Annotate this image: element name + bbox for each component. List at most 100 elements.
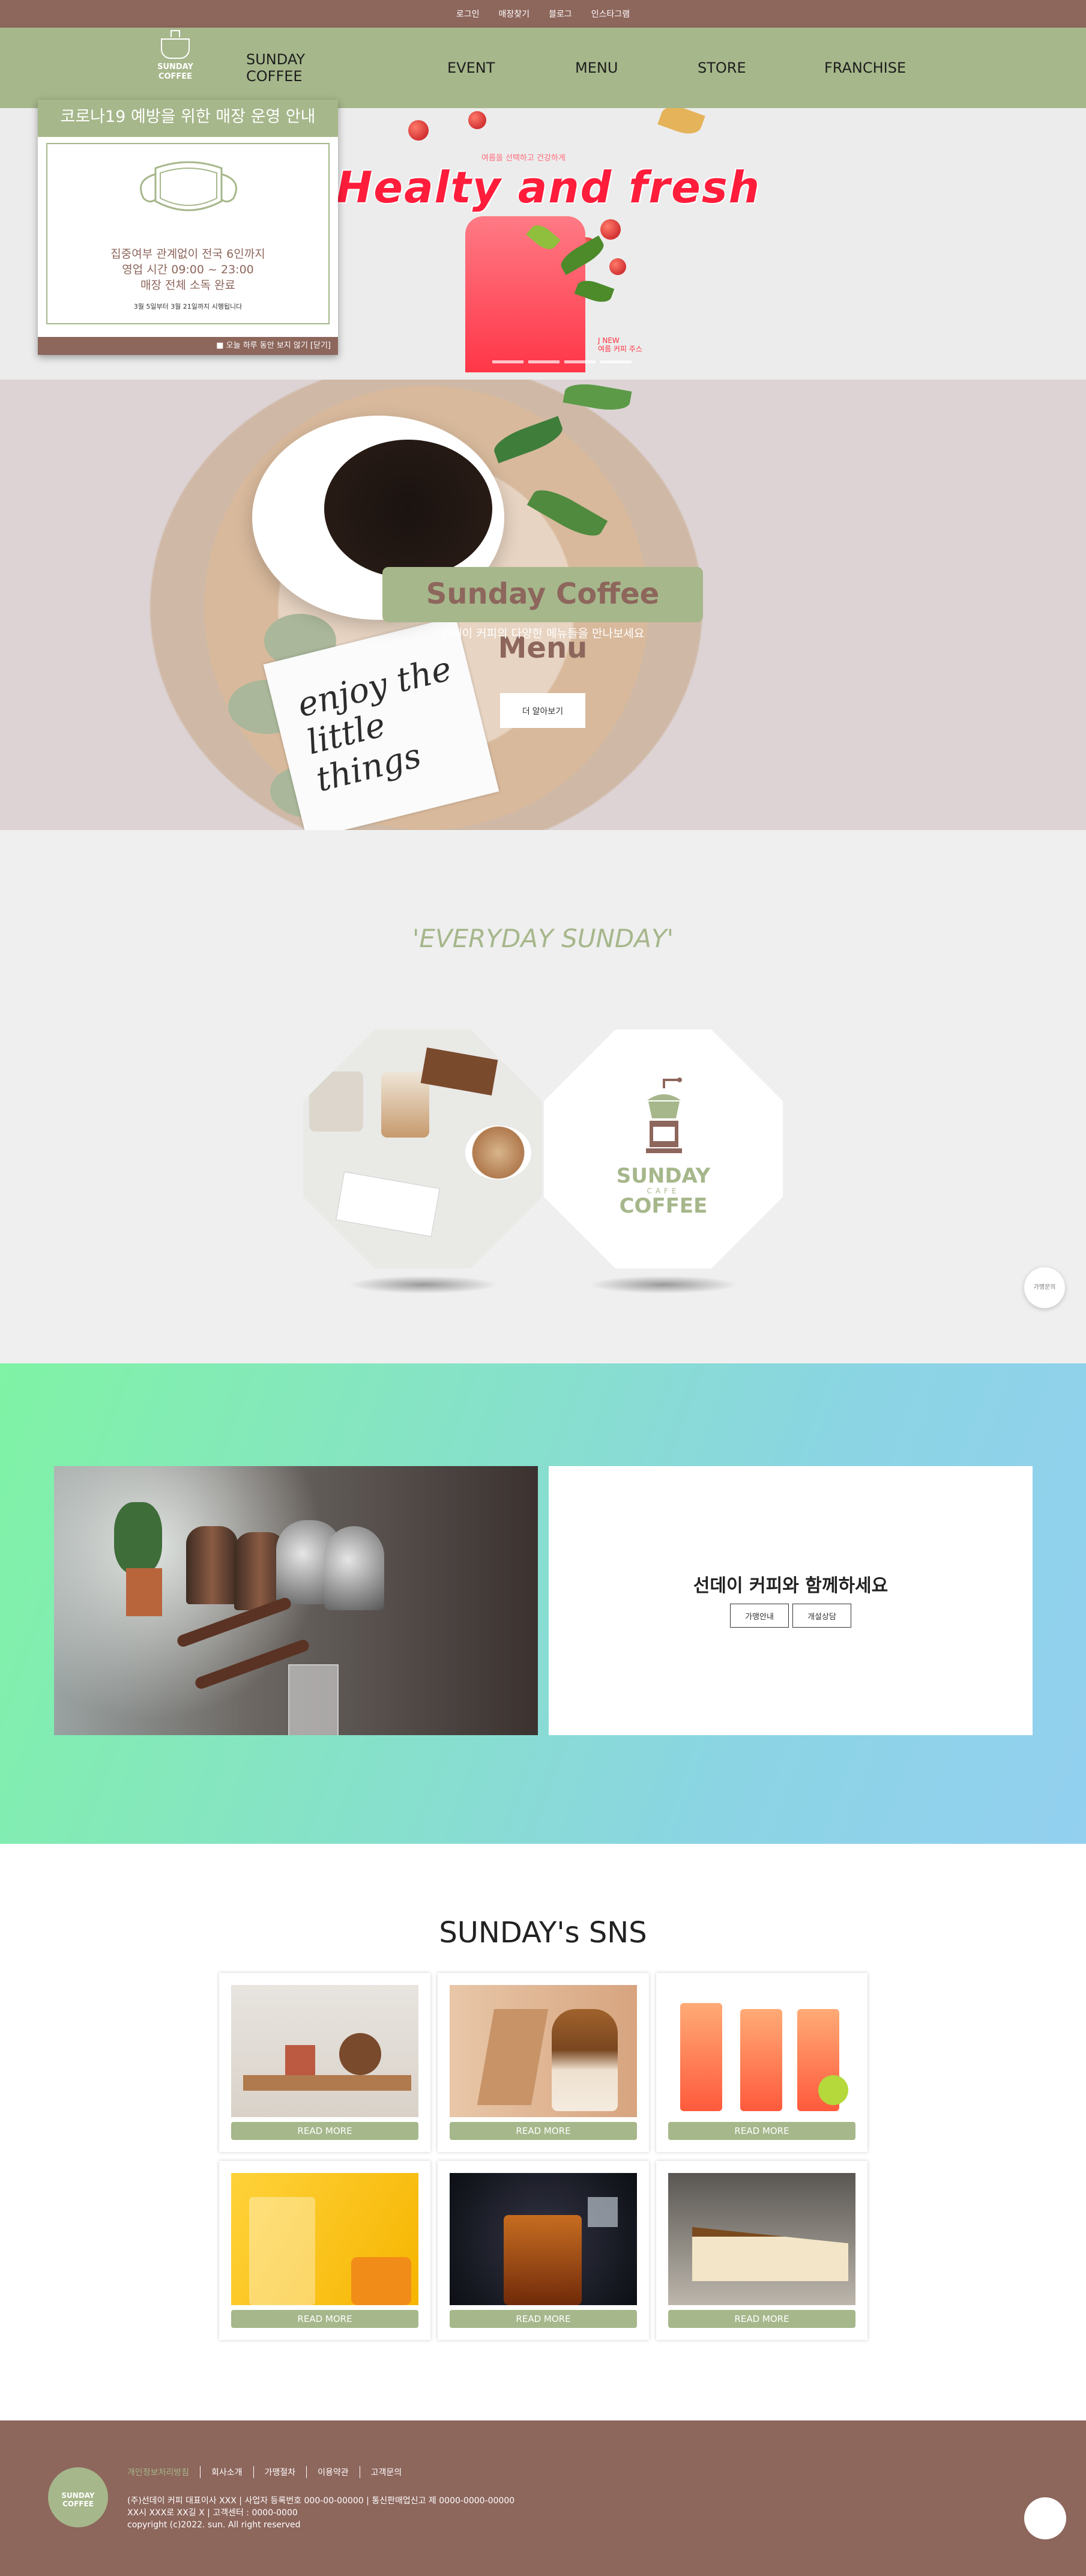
- dalgona-coffee-photo: [450, 1985, 637, 2117]
- utility-links: 로그인 매장찾기 블로그 인스타그램: [0, 0, 1086, 28]
- mango-juice-photo: [231, 2173, 418, 2305]
- teacup-image: [285, 2045, 315, 2075]
- company-info: (주)선데이 커피 대표이사 XXX | 사업자 등록번호 000-00-000…: [127, 2495, 514, 2531]
- blog-link[interactable]: 블로그: [549, 8, 572, 20]
- iced-tea-splash-photo: [450, 2173, 637, 2305]
- cherry-image: [468, 111, 486, 129]
- nav-item-sunday-coffee[interactable]: SUNDAY COFFEE: [246, 51, 305, 85]
- mango-image: [351, 2257, 411, 2305]
- juice-glass-image: [249, 2197, 315, 2305]
- slide-indicators: [492, 360, 632, 363]
- cherry-image: [609, 258, 626, 275]
- shadow-image: [477, 2009, 549, 2105]
- everyday-heading: 'EVERYDAY SUNDAY': [412, 924, 674, 953]
- login-link[interactable]: 로그인: [456, 8, 480, 20]
- nav-item-event[interactable]: EVENT: [447, 59, 495, 76]
- tea-tray-photo: [231, 1985, 418, 2117]
- franchise-inquiry-floating-button[interactable]: 가맹문의: [1024, 1267, 1065, 1308]
- espresso-machine-photo: [54, 1466, 538, 1735]
- scroll-top-button[interactable]: [1024, 2497, 1066, 2539]
- franchise-process-link[interactable]: 가맹절차: [253, 2466, 307, 2478]
- popup-title: 코로나19 예방을 위한 매장 운영 안내: [38, 100, 338, 137]
- brand-logo[interactable]: SUNDAY COFFEE: [151, 30, 199, 98]
- ade-glass-image: [680, 2003, 722, 2111]
- footer-links: 개인정보처리방침 회사소개 가맹절차 이용약관 고객문의: [127, 2466, 412, 2478]
- brand-wordmark-top: SUNDAY: [616, 1164, 711, 1188]
- slide-dot[interactable]: [528, 360, 560, 363]
- read-more-button[interactable]: READ MORE: [668, 2122, 855, 2140]
- tray-image: [243, 2075, 411, 2091]
- popup-close-bar[interactable]: ■ 오늘 하루 동안 보지 않기 [닫기]: [38, 337, 338, 355]
- store-finder-link[interactable]: 매장찾기: [499, 8, 530, 20]
- terms-link[interactable]: 이용약관: [306, 2466, 360, 2478]
- read-more-button[interactable]: READ MORE: [668, 2310, 855, 2328]
- card-image: [336, 1171, 440, 1237]
- coffee-surface-image: [324, 440, 492, 578]
- hero-subtitle: 여름을 선택하고 건강하게: [481, 154, 566, 163]
- slide-dot[interactable]: [564, 360, 596, 363]
- slide-dot[interactable]: [600, 360, 632, 363]
- teapot-image: [339, 2033, 381, 2075]
- read-more-button[interactable]: READ MORE: [450, 2122, 637, 2140]
- slide-dot[interactable]: [492, 360, 523, 363]
- read-more-button[interactable]: READ MORE: [231, 2310, 418, 2328]
- footer-logo-top: SUNDAY: [61, 2491, 95, 2500]
- hero-new-tag-line1: J NEW: [598, 336, 620, 345]
- tea-glass-image: [504, 2215, 582, 2305]
- popup-line-2: 영업 시간 09:00 ~ 23:00: [122, 263, 254, 276]
- dalgona-glass-image: [552, 2009, 618, 2111]
- hero-new-tag-line2: 여름 커피 주스: [598, 345, 642, 353]
- read-more-button[interactable]: READ MORE: [450, 2310, 637, 2328]
- sns-card[interactable]: READ MORE: [219, 1973, 430, 2152]
- learn-more-button[interactable]: 더 알아보기: [500, 693, 585, 728]
- franchise-section: 선데이 커피와 함께하세요 가맹안내 개설상담: [0, 1363, 1086, 1844]
- tile-shadow: [588, 1276, 738, 1294]
- read-more-button[interactable]: READ MORE: [231, 2122, 418, 2140]
- sns-card[interactable]: READ MORE: [438, 1973, 649, 2152]
- group-head-image: [324, 1526, 384, 1610]
- juice-glass-image: [465, 216, 585, 372]
- brand-wordmark: SUNDAY CAFE COFFEE: [544, 1165, 783, 1217]
- brand-wordmark-bottom: COFFEE: [619, 1194, 708, 1218]
- contact-link[interactable]: 고객문의: [359, 2466, 413, 2478]
- nav-item-menu[interactable]: MENU: [575, 59, 618, 76]
- face-mask-icon: [140, 161, 237, 211]
- nav-item-franchise[interactable]: FRANCHISE: [824, 59, 906, 76]
- sns-card[interactable]: READ MORE: [656, 1973, 867, 2152]
- privacy-policy-link[interactable]: 개인정보처리방침: [127, 2466, 200, 2478]
- instagram-link[interactable]: 인스타그램: [591, 8, 630, 20]
- ice-cube-image: [588, 2197, 618, 2227]
- hero-title: Healty and fresh: [336, 162, 761, 213]
- popup-line-1: 집중여부 관계없이 전국 6인까지: [110, 247, 265, 261]
- sns-card[interactable]: READ MORE: [656, 2161, 867, 2340]
- company-info-line2: XX시 XXX로 XX길 X | 고객센터 : 0000-0000: [127, 2508, 298, 2518]
- top-utility-bar: 로그인 매장찾기 블로그 인스타그램: [0, 0, 1086, 28]
- cake-image: [420, 1047, 498, 1096]
- cactus-pot-image: [309, 1071, 363, 1132]
- enjoy-card-text: enjoy the little things: [294, 649, 456, 800]
- footer-logo-text: SUNDAY COFFEE: [48, 2491, 108, 2508]
- nav-item-store[interactable]: STORE: [698, 59, 746, 76]
- site-footer: SUNDAY COFFEE 개인정보처리방침 회사소개 가맹절차 이용약관 고객…: [0, 2420, 1086, 2576]
- latte-cup-image: [465, 1126, 531, 1180]
- about-link[interactable]: 회사소개: [200, 2466, 253, 2478]
- consultation-button[interactable]: 개설상담: [792, 1604, 851, 1628]
- fruit-image: [657, 108, 705, 139]
- sns-section: SUNDAY's SNS READ MORE READ MORE READ MO…: [0, 1844, 1086, 2420]
- cheesecake-slice-image: [692, 2227, 848, 2281]
- logo-text-top: SUNDAY: [157, 62, 193, 71]
- lime-image: [818, 2075, 848, 2105]
- menu-banner: enjoy the little things Sunday Coffee Me…: [0, 380, 1086, 830]
- glass-image: [288, 1664, 339, 1735]
- hero-new-tag: J NEW 여름 커피 주스: [598, 336, 642, 353]
- popup-date-text: 3월 5일부터 3월 21일까지 시행됩니다: [133, 303, 243, 311]
- sns-card[interactable]: READ MORE: [438, 2161, 649, 2340]
- coffee-cup-icon: [161, 30, 190, 59]
- franchise-info-button[interactable]: 가맹안내: [730, 1604, 789, 1628]
- coffee-grinder-icon: [646, 1077, 682, 1153]
- sns-card[interactable]: READ MORE: [219, 2161, 430, 2340]
- footer-logo[interactable]: SUNDAY COFFEE: [48, 2467, 108, 2527]
- cherry-image: [408, 120, 429, 141]
- menu-banner-title: Sunday Coffee Menu: [382, 567, 703, 665]
- strawberry-ade-photo: [668, 1985, 855, 2117]
